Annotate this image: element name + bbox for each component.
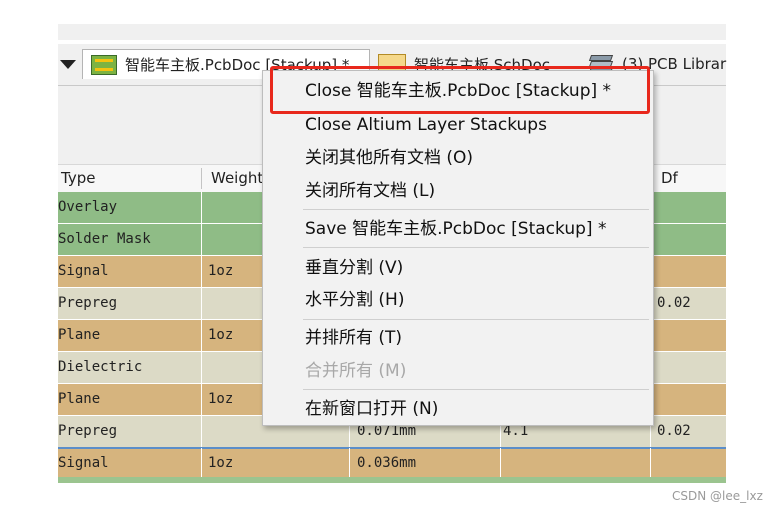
menu-item-close-stackups[interactable]: Close Altium Layer Stackups	[305, 111, 547, 139]
menu-separator	[303, 319, 649, 320]
menu-separator	[303, 209, 649, 210]
cell-divider	[201, 416, 202, 447]
cell-weight[interactable]: 1oz	[208, 256, 233, 287]
cell-weight[interactable]: 1oz	[208, 448, 233, 479]
col-header-weight[interactable]: Weight	[211, 165, 263, 192]
cell-type[interactable]: Signal	[58, 256, 109, 287]
cell-divider	[500, 448, 501, 479]
menu-item-merge-all: 合并所有 (M)	[305, 361, 407, 381]
table-row[interactable]: Signal 1oz 0.036mm	[58, 447, 726, 480]
cell-divider	[201, 320, 202, 351]
cell-type[interactable]: Plane	[58, 384, 100, 415]
menu-item-close-others[interactable]: 关闭其他所有文档 (O)	[305, 144, 473, 172]
col-header-type[interactable]: Type	[61, 165, 95, 192]
cell-divider	[201, 256, 202, 287]
cell-type[interactable]: Dielectric	[58, 352, 142, 383]
menu-item-split-horizontal[interactable]: 水平分割 (H)	[305, 286, 404, 314]
grid-bottom-strip	[58, 477, 726, 483]
menu-item-split-vertical[interactable]: 垂直分割 (V)	[305, 254, 403, 282]
cell-weight[interactable]: 1oz	[208, 320, 233, 351]
cell-divider	[201, 384, 202, 415]
cell-weight[interactable]: 1oz	[208, 384, 233, 415]
col-resize-handle[interactable]	[201, 168, 202, 189]
cell-df[interactable]: 0.02	[657, 416, 691, 447]
cell-type[interactable]: Signal	[58, 448, 109, 479]
cell-df[interactable]: 0.02	[657, 288, 691, 319]
tab-context-menu: Close 智能车主板.PcbDoc [Stackup] * Close Alt…	[262, 70, 654, 426]
cell-divider	[349, 448, 350, 479]
menu-item-save[interactable]: Save 智能车主板.PcbDoc [Stackup] *	[305, 215, 606, 243]
cell-divider	[201, 352, 202, 383]
menu-item-close-all[interactable]: 关闭所有文档 (L)	[305, 177, 435, 205]
menu-separator	[303, 389, 649, 390]
menu-item-tile-all[interactable]: 并排所有 (T)	[305, 324, 402, 352]
cell-type[interactable]: Solder Mask	[58, 224, 151, 255]
cell-type[interactable]: Prepreg	[58, 416, 117, 447]
window-top-band	[58, 24, 726, 40]
cell-divider	[650, 448, 651, 479]
cell-divider	[201, 448, 202, 479]
cell-divider	[201, 192, 202, 223]
cell-divider	[201, 288, 202, 319]
col-header-df[interactable]: Df	[661, 165, 678, 192]
watermark: CSDN @lee_lxz	[672, 489, 763, 503]
pcb-icon	[91, 54, 117, 75]
tab-list-dropdown-icon[interactable]	[59, 55, 77, 73]
cell-thickness[interactable]: 0.036mm	[357, 448, 416, 479]
highlight-annotation-box	[270, 66, 650, 114]
menu-separator	[303, 247, 649, 248]
cell-divider	[201, 224, 202, 255]
cell-type[interactable]: Plane	[58, 320, 100, 351]
cell-type[interactable]: Prepreg	[58, 288, 117, 319]
menu-item-open-new-window[interactable]: 在新窗口打开 (N)	[305, 395, 438, 423]
cell-type[interactable]: Overlay	[58, 192, 117, 223]
